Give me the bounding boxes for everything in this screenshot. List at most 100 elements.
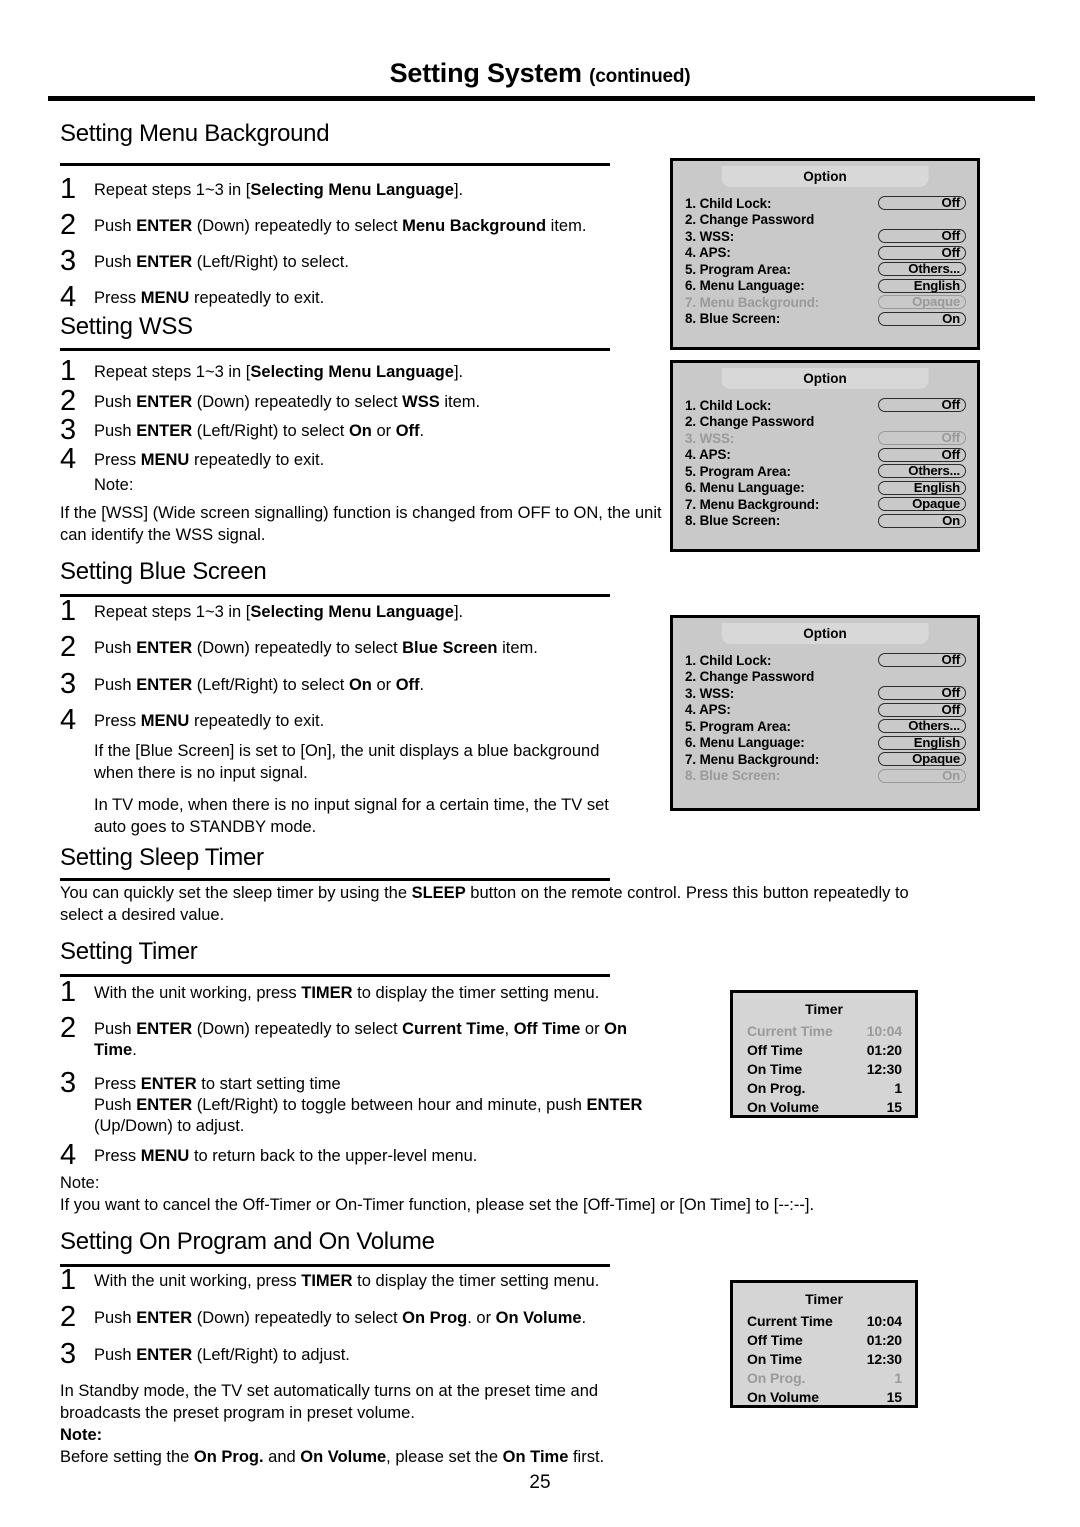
section-heading-wss: Setting WSS bbox=[60, 313, 193, 340]
osd-option-value[interactable]: Off bbox=[878, 686, 966, 701]
osd-timer-value[interactable]: 10:04 bbox=[867, 1022, 902, 1041]
osd-option-value[interactable]: English bbox=[878, 736, 966, 750]
title-divider bbox=[48, 96, 1035, 101]
osd-option-value[interactable]: Off bbox=[878, 246, 966, 260]
osd-option-value[interactable]: Off bbox=[878, 229, 966, 244]
osd-option-panel-blue-screen: Option 1. Child Lock: Off 2. Change Passwo… bbox=[670, 615, 980, 811]
osd-option-value[interactable]: Off bbox=[878, 431, 966, 446]
osd-option-row[interactable]: 8. Blue Screen: On bbox=[685, 768, 966, 785]
osd-option-row[interactable]: 3. WSS: Off bbox=[685, 430, 966, 447]
osd-option-row[interactable]: 8. Blue Screen: On bbox=[685, 311, 966, 328]
section-rule-menu-background bbox=[60, 163, 610, 166]
osd-option-label: 6. Menu Language: bbox=[685, 480, 805, 496]
osd-option-row[interactable]: 5. Program Area: Others... bbox=[685, 261, 966, 278]
osd-timer-value[interactable]: 01:20 bbox=[867, 1331, 902, 1350]
osd-timer-value[interactable]: 15 bbox=[887, 1098, 902, 1117]
osd-option-row[interactable]: 7. Menu Background: Opaque bbox=[685, 496, 966, 513]
step-item: 2 Push ENTER (Down) repeatedly to select… bbox=[60, 387, 660, 416]
step-text: Press MENU repeatedly to exit. bbox=[94, 712, 325, 730]
osd-option-value[interactable]: Off bbox=[878, 398, 966, 413]
osd-timer-row[interactable]: On Prog. 1 bbox=[733, 1079, 915, 1098]
step-text: Push ENTER (Down) repeatedly to select C… bbox=[94, 1020, 628, 1059]
osd-option-row[interactable]: 1. Child Lock: Off bbox=[685, 195, 966, 212]
osd-timer-value[interactable]: 10:04 bbox=[867, 1312, 902, 1331]
osd-timer-row[interactable]: Current Time 10:04 bbox=[733, 1312, 915, 1331]
osd-timer-row[interactable]: On Volume 15 bbox=[733, 1098, 915, 1117]
osd-option-row[interactable]: 1. Child Lock: Off bbox=[685, 652, 966, 669]
osd-timer-value[interactable]: 1 bbox=[894, 1079, 902, 1098]
osd-timer-row[interactable]: Off Time 01:20 bbox=[733, 1331, 915, 1350]
osd-option-value[interactable]: Off bbox=[878, 703, 966, 717]
osd-timer-row[interactable]: Current Time 10:04 bbox=[733, 1022, 915, 1041]
osd-option-row[interactable]: 1. Child Lock: Off bbox=[685, 397, 966, 414]
osd-option-value[interactable]: On bbox=[878, 312, 966, 326]
osd-option-value[interactable]: Opaque bbox=[878, 752, 966, 767]
step-item: 4 Press MENU repeatedly to exit. bbox=[60, 283, 660, 312]
osd-option-value[interactable]: Others... bbox=[878, 719, 966, 734]
osd-timer-value[interactable]: 15 bbox=[887, 1388, 902, 1407]
osd-timer-value[interactable]: 12:30 bbox=[867, 1350, 902, 1369]
osd-timer-value[interactable]: 01:20 bbox=[867, 1041, 902, 1060]
osd-option-value[interactable]: Others... bbox=[878, 262, 966, 277]
osd-option-value[interactable]: Opaque bbox=[878, 497, 966, 512]
osd-option-row[interactable]: 3. WSS: Off bbox=[685, 228, 966, 245]
page-title: Setting System (continued) bbox=[0, 58, 1080, 89]
osd-timer-row[interactable]: Off Time 01:20 bbox=[733, 1041, 915, 1060]
osd-option-value[interactable]: Off bbox=[878, 653, 966, 668]
osd-timer-row[interactable]: On Time 12:30 bbox=[733, 1060, 915, 1079]
osd-option-value[interactable]: Others... bbox=[878, 464, 966, 479]
osd-option-row[interactable]: 4. APS: Off bbox=[685, 702, 966, 719]
wss-note-label: Note: bbox=[94, 476, 134, 494]
osd-option-row[interactable]: 6. Menu Language: English bbox=[685, 480, 966, 497]
osd-option-row[interactable]: 7. Menu Background: Opaque bbox=[685, 751, 966, 768]
step-text: Push ENTER (Down) repeatedly to select M… bbox=[94, 217, 587, 235]
osd-timer-label: Current Time bbox=[747, 1023, 833, 1039]
step-item: 1 With the unit working, press TIMER to … bbox=[60, 978, 680, 1007]
osd-option-row[interactable]: 6. Menu Language: English bbox=[685, 278, 966, 295]
step-text: Repeat steps 1~3 in [Selecting Menu Lang… bbox=[94, 181, 464, 199]
osd-option-label: 1. Child Lock: bbox=[685, 195, 772, 211]
osd-option-value[interactable]: Opaque bbox=[878, 295, 966, 310]
osd-option-row[interactable]: 4. APS: Off bbox=[685, 245, 966, 262]
osd-option-row[interactable]: 2. Change Password bbox=[685, 669, 966, 686]
osd-rows: 1. Child Lock: Off 2. Change Password 3. WS… bbox=[673, 652, 977, 784]
osd-option-row[interactable]: 6. Menu Language: English bbox=[685, 735, 966, 752]
step-text: Push ENTER (Left/Right) to adjust. bbox=[94, 1346, 350, 1364]
section-rule-wss bbox=[60, 348, 610, 351]
osd-option-label: 5. Program Area: bbox=[685, 261, 791, 277]
osd-option-row[interactable]: 7. Menu Background: Opaque bbox=[685, 294, 966, 311]
osd-rows: 1. Child Lock: Off 2. Change Password 3. WS… bbox=[673, 397, 977, 529]
osd-option-row[interactable]: 2. Change Password bbox=[685, 212, 966, 229]
osd-option-row[interactable]: 8. Blue Screen: On bbox=[685, 513, 966, 530]
osd-option-row[interactable]: 2. Change Password bbox=[685, 414, 966, 431]
osd-timer-label: Off Time bbox=[747, 1042, 803, 1058]
step-number: 4 bbox=[60, 1139, 77, 1171]
osd-option-label: 4. APS: bbox=[685, 245, 731, 261]
wss-note-body: If the [WSS] (Wide screen signalling) fu… bbox=[60, 504, 662, 544]
page-title-suffix: (continued) bbox=[589, 66, 691, 87]
osd-timer-row[interactable]: On Volume 15 bbox=[733, 1388, 915, 1407]
osd-option-value bbox=[878, 213, 966, 227]
step-item: 2 Push ENTER (Down) repeatedly to select… bbox=[60, 1014, 660, 1061]
step-text: Press MENU repeatedly to exit. bbox=[94, 289, 325, 307]
osd-option-row[interactable]: 3. WSS: Off bbox=[685, 685, 966, 702]
osd-option-value[interactable]: English bbox=[878, 481, 966, 495]
step-text: Push ENTER (Down) repeatedly to select O… bbox=[94, 1309, 587, 1327]
osd-option-row[interactable]: 4. APS: Off bbox=[685, 447, 966, 464]
osd-option-label: 5. Program Area: bbox=[685, 718, 791, 734]
osd-timer-value[interactable]: 1 bbox=[894, 1369, 902, 1388]
osd-timer-row[interactable]: On Time 12:30 bbox=[733, 1350, 915, 1369]
osd-option-value[interactable]: On bbox=[878, 514, 966, 528]
osd-title: Option bbox=[721, 166, 929, 187]
osd-option-value[interactable]: Off bbox=[878, 448, 966, 462]
step-text: Repeat steps 1~3 in [Selecting Menu Lang… bbox=[94, 363, 464, 381]
osd-option-value[interactable]: Off bbox=[878, 196, 966, 211]
osd-option-value[interactable]: On bbox=[878, 769, 966, 783]
section-heading-sleep-timer: Setting Sleep Timer bbox=[60, 844, 264, 871]
osd-timer-value[interactable]: 12:30 bbox=[867, 1060, 902, 1079]
osd-timer-row[interactable]: On Prog. 1 bbox=[733, 1369, 915, 1388]
osd-option-label: 7. Menu Background: bbox=[685, 751, 820, 767]
osd-option-value[interactable]: English bbox=[878, 279, 966, 293]
osd-option-row[interactable]: 5. Program Area: Others... bbox=[685, 718, 966, 735]
osd-option-row[interactable]: 5. Program Area: Others... bbox=[685, 463, 966, 480]
